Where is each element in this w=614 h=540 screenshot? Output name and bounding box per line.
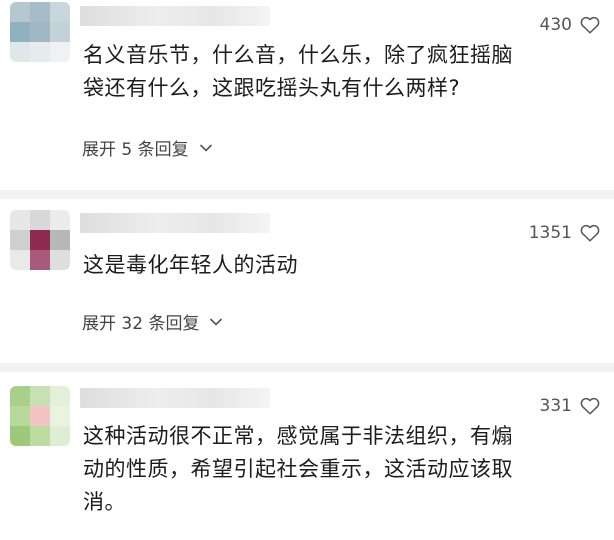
heart-icon[interactable]	[580, 224, 600, 242]
comment-1: 430 名义音乐节，什么音，什么乐，除了疯狂摇脑 袋还有什么，这跟吃摇头丸有什么…	[0, 0, 614, 195]
like-counter[interactable]: 331	[540, 396, 600, 416]
avatar[interactable]	[10, 386, 70, 446]
expand-replies-button[interactable]: 展开 32 条回复	[82, 309, 223, 334]
expand-replies-label: 展开 5 条回复	[82, 140, 189, 160]
username-blurred[interactable]	[80, 213, 270, 233]
expand-replies-label: 展开 32 条回复	[82, 314, 200, 334]
divider	[0, 363, 614, 372]
comment-text: 这种活动很不正常，感觉属于非法组织，有煽 动的性质，希望引起社会重示，这活动应该…	[83, 424, 513, 514]
heart-icon[interactable]	[580, 397, 600, 415]
avatar[interactable]	[10, 2, 70, 62]
comment-3: 331 这种活动很不正常，感觉属于非法组织，有煽 动的性质，希望引起社会重示，这…	[0, 372, 614, 540]
comment-text: 名义音乐节，什么音，什么乐，除了疯狂摇脑 袋还有什么，这跟吃摇头丸有什么两样?	[83, 43, 513, 100]
heart-icon[interactable]	[580, 16, 600, 34]
comment-2: 1351 这是毒化年轻人的活动 展开 32 条回复	[0, 199, 614, 369]
divider	[0, 190, 614, 199]
like-counter[interactable]: 430	[540, 15, 600, 35]
comment-text: 这是毒化年轻人的活动	[83, 253, 298, 277]
expand-replies-button[interactable]: 展开 5 条回复	[82, 135, 213, 160]
like-count: 430	[539, 15, 572, 35]
chevron-down-icon	[199, 143, 212, 152]
username-blurred[interactable]	[80, 388, 270, 408]
like-counter[interactable]: 1351	[529, 223, 600, 243]
like-count: 331	[539, 396, 572, 416]
username-blurred[interactable]	[80, 6, 270, 26]
avatar[interactable]	[10, 210, 70, 270]
like-count: 1351	[528, 223, 572, 243]
chevron-down-icon	[210, 317, 223, 326]
